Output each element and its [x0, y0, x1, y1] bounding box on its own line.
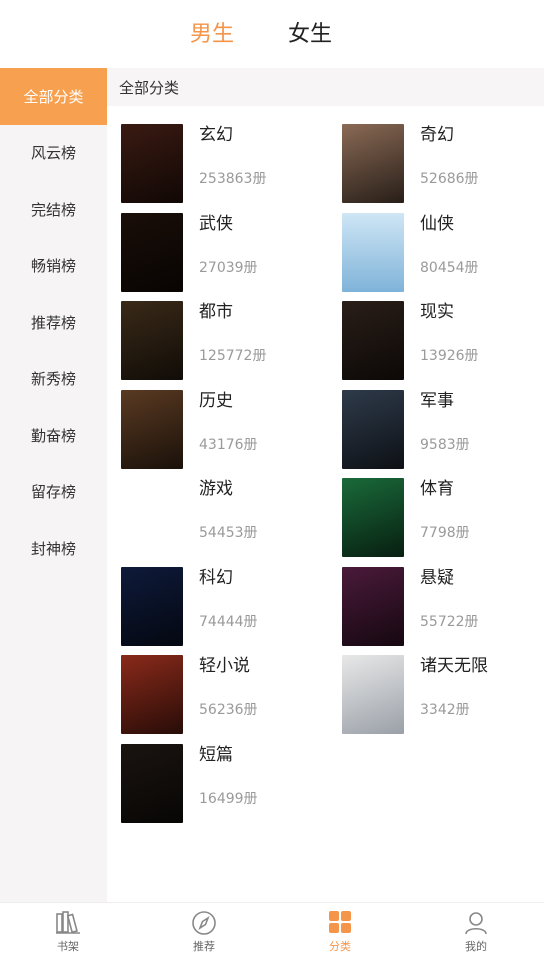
category-item[interactable]: 科幻 74444册: [107, 566, 307, 647]
tab-female[interactable]: 女生: [288, 20, 332, 50]
sidebar: 全部分类 风云榜 完结榜 畅销榜 推荐榜 新秀榜 勤奋榜 留存榜 封神榜: [0, 68, 107, 902]
category-name: 仙侠: [420, 213, 454, 234]
book-cover-image: [342, 212, 404, 292]
category-item[interactable]: 仙侠 80454册: [328, 212, 528, 293]
header: 男生 女生: [0, 0, 544, 68]
category-name: 都市: [199, 302, 233, 322]
sidebar-item-fengyun[interactable]: 风云榜: [0, 125, 107, 182]
category-item[interactable]: 武侠 27039册: [107, 212, 307, 293]
category-count: 16499册: [199, 790, 258, 807]
nav-label-profile: 我的: [465, 940, 487, 953]
sidebar-item-xinxiu[interactable]: 新秀榜: [0, 351, 107, 408]
sidebar-item-tuijian[interactable]: 推荐榜: [0, 294, 107, 351]
category-item[interactable]: 悬疑 55722册: [328, 566, 528, 647]
category-count: 54453册: [199, 525, 258, 541]
user-icon: [465, 912, 487, 935]
category-item[interactable]: 轻小说 56236册: [107, 655, 307, 735]
book-cover-image: [121, 301, 183, 380]
category-name: 悬疑: [420, 567, 454, 588]
category-name: 游戏: [199, 479, 233, 499]
tab-male[interactable]: 男生: [190, 20, 234, 50]
category-name: 科幻: [199, 567, 233, 588]
nav-label-bookshelf: 书架: [57, 940, 79, 953]
category-item[interactable]: 短篇 16499册: [107, 743, 307, 824]
category-item[interactable]: 玄幻 253863册: [107, 124, 307, 204]
category-count: 7798册: [420, 525, 470, 541]
sidebar-item-all[interactable]: 全部分类: [0, 68, 107, 125]
book-cover-image: [121, 655, 183, 734]
category-count: 80454册: [420, 259, 479, 276]
category-count: 55722册: [420, 613, 479, 630]
category-item[interactable]: 奇幻 52686册: [328, 124, 528, 204]
category-item[interactable]: 诸天无限 3342册: [328, 655, 528, 735]
category-count: 27039册: [199, 259, 258, 276]
book-cover-image: [342, 655, 404, 734]
sidebar-item-changxiao[interactable]: 畅销榜: [0, 238, 107, 295]
category-name: 体育: [420, 479, 454, 499]
book-cover-image: [342, 389, 404, 469]
bottom-nav: 书架 推荐 分类 我的: [0, 902, 544, 954]
category-count: 74444册: [199, 613, 258, 630]
nav-category[interactable]: 分类: [272, 903, 408, 954]
category-name: 奇幻: [420, 125, 454, 145]
category-count: 9583册: [420, 436, 470, 453]
sidebar-item-wanjie[interactable]: 完结榜: [0, 181, 107, 238]
category-item[interactable]: 现实 13926册: [328, 301, 528, 381]
category-count: 125772册: [199, 348, 267, 364]
grid-icon: [329, 911, 351, 933]
category-name: 武侠: [199, 213, 233, 234]
category-count: 253863册: [199, 171, 267, 187]
section-title: 全部分类: [107, 68, 544, 106]
app-root: 男生 女生 全部分类 风云榜 完结榜 畅销榜 推荐榜 新秀榜 勤奋榜 留存榜 封…: [0, 0, 544, 954]
book-cover-image: [342, 566, 404, 646]
nav-recommend[interactable]: 推荐: [136, 903, 272, 954]
book-cover-image: [342, 301, 404, 380]
category-count: 56236册: [199, 702, 258, 718]
book-cover-image: [121, 124, 183, 203]
category-count: 52686册: [420, 171, 479, 187]
book-cover-image: [121, 478, 183, 557]
category-count: 3342册: [420, 702, 470, 718]
book-cover-image: [121, 566, 183, 646]
category-item[interactable]: 历史 43176册: [107, 389, 307, 470]
category-name: 军事: [420, 390, 454, 411]
book-cover-image: [121, 389, 183, 469]
book-cover-image: [342, 478, 404, 557]
nav-label-category: 分类: [329, 940, 351, 953]
category-name: 诸天无限: [420, 656, 488, 676]
category-item[interactable]: 游戏 54453册: [107, 478, 307, 558]
bookshelf-icon: [56, 911, 80, 934]
category-item[interactable]: 军事 9583册: [328, 389, 528, 470]
book-cover-image: [121, 743, 183, 823]
nav-profile[interactable]: 我的: [408, 903, 544, 954]
sidebar-item-qinfen[interactable]: 勤奋榜: [0, 407, 107, 464]
category-item[interactable]: 体育 7798册: [328, 478, 528, 558]
nav-bookshelf[interactable]: 书架: [0, 903, 136, 954]
category-name: 现实: [420, 302, 454, 322]
main-content: 全部分类 玄幻 253863册 奇幻 52686册武侠 27039册 仙侠 80454册都市…: [107, 68, 544, 902]
category-count: 43176册: [199, 436, 258, 453]
nav-label-recommend: 推荐: [193, 940, 215, 953]
category-name: 轻小说: [199, 656, 250, 676]
category-item[interactable]: 都市 125772册: [107, 301, 307, 381]
sidebar-item-fengshen[interactable]: 封神榜: [0, 520, 107, 577]
book-cover-image: [121, 212, 183, 292]
category-count: 13926册: [420, 348, 479, 364]
sidebar-item-liucun[interactable]: 留存榜: [0, 464, 107, 521]
category-name: 短篇: [199, 744, 233, 765]
book-cover-image: [342, 124, 404, 203]
category-name: 玄幻: [199, 125, 233, 145]
compass-icon: [192, 911, 216, 935]
category-name: 历史: [199, 390, 233, 411]
